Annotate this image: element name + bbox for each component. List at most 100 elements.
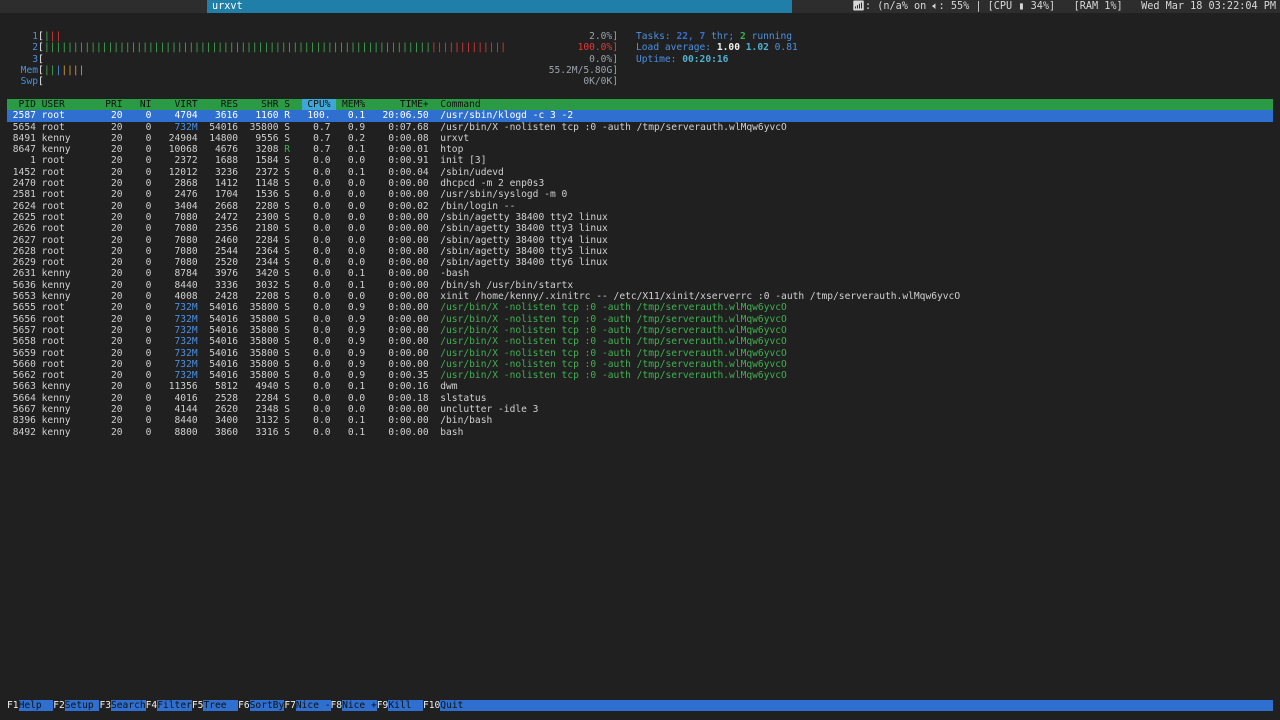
process-cell: 0.0	[301, 178, 337, 190]
process-row[interactable]: 8396 kenny 20 0 8440 3400 3132 S 0.0 0.1…	[7, 415, 1273, 426]
process-row[interactable]: 5658 root 20 0 732M 54016 35800 S 0.0 0.…	[7, 336, 1273, 347]
process-row[interactable]: 5636 kenny 20 0 8440 3336 3032 S 0.0 0.1…	[7, 280, 1273, 291]
process-cell: S	[284, 415, 302, 427]
fkey-label-f3[interactable]: Search	[111, 700, 146, 711]
fkey-label-f1[interactable]: Help	[19, 700, 54, 711]
process-cell: 20	[99, 426, 129, 438]
process-cell: 0	[128, 132, 158, 144]
process-row[interactable]: 2629 root 20 0 7080 2520 2344 S 0.0 0.0 …	[7, 257, 1273, 268]
meter-2: 2[||||||||||||||||||||||||||||||||||||||…	[18, 42, 618, 53]
process-row[interactable]: 5660 root 20 0 732M 54016 35800 S 0.0 0.…	[7, 359, 1273, 370]
fkey-label-f9[interactable]: Kill	[388, 700, 423, 711]
fkey-label-f4[interactable]: Filter	[157, 700, 192, 711]
column-header-res[interactable]: RES	[203, 99, 243, 110]
fkey-label-f8[interactable]: Nice +	[342, 700, 377, 711]
process-cell: 0:00.00	[370, 358, 435, 370]
column-header-s[interactable]: S	[284, 99, 301, 110]
process-cell: S	[284, 178, 302, 190]
process-cell: 2372	[157, 155, 204, 167]
column-header-mem-[interactable]: MEM%	[336, 99, 371, 110]
process-row[interactable]: 5654 root 20 0 732M 54016 35800 S 0.7 0.…	[7, 122, 1273, 133]
process-row[interactable]: 8647 kenny 20 0 10068 4676 3208 R 0.7 0.…	[7, 144, 1273, 155]
process-cell: 0.0	[336, 291, 371, 303]
process-cell: 0.9	[336, 324, 371, 336]
process-cell: 3316	[243, 426, 285, 438]
process-row[interactable]: 2631 kenny 20 0 8784 3976 3420 S 0.0 0.1…	[7, 268, 1273, 279]
process-cell: 0	[128, 178, 158, 190]
process-row[interactable]: 2627 root 20 0 7080 2460 2284 S 0.0 0.0 …	[7, 235, 1273, 246]
fkey-label-f10[interactable]: Quit	[440, 700, 475, 711]
process-row[interactable]: 2470 root 20 0 2868 1412 1148 S 0.0 0.0 …	[7, 178, 1273, 189]
process-row[interactable]: 5663 kenny 20 0 11356 5812 4940 S 0.0 0.…	[7, 381, 1273, 392]
process-cell: 0:00.00	[370, 223, 435, 235]
fkey-f5[interactable]: F5	[191, 700, 204, 711]
process-cell: 35800	[243, 358, 285, 370]
fkey-f9[interactable]: F9	[376, 700, 389, 711]
process-row[interactable]: 2626 root 20 0 7080 2356 2180 S 0.0 0.0 …	[7, 223, 1273, 234]
process-row[interactable]: 5656 root 20 0 732M 54016 35800 S 0.0 0.…	[7, 314, 1273, 325]
fkey-f2[interactable]: F2	[53, 700, 65, 711]
process-row[interactable]: 2625 root 20 0 7080 2472 2300 S 0.0 0.0 …	[7, 212, 1273, 223]
fkey-label-f2[interactable]: Setup	[65, 700, 100, 711]
process-list[interactable]: 2587 root 20 0 4704 3616 1160 R 100. 0.1…	[7, 110, 1273, 438]
column-header-virt[interactable]: VIRT	[157, 99, 203, 110]
process-row[interactable]: 5655 root 20 0 732M 54016 35800 S 0.0 0.…	[7, 302, 1273, 313]
column-header-cpu-[interactable]: CPU%	[301, 99, 337, 111]
process-row[interactable]: 2587 root 20 0 4704 3616 1160 R 100. 0.1…	[7, 110, 1273, 122]
process-row[interactable]: 2624 root 20 0 3404 2668 2280 S 0.0 0.0 …	[7, 201, 1273, 212]
process-cell: 0:00.00	[370, 415, 435, 427]
column-header-shr[interactable]: SHR	[244, 99, 284, 110]
fkey-f6[interactable]: F6	[238, 700, 250, 711]
fkey-f1[interactable]: F1	[7, 700, 19, 711]
process-cell: S	[284, 279, 302, 291]
process-cell: 0:00.00	[370, 234, 435, 246]
fkey-f7[interactable]: F7	[284, 700, 296, 711]
column-header-pid[interactable]: PID	[7, 99, 42, 110]
process-cell: 2631	[7, 268, 42, 280]
process-row[interactable]: 1 root 20 0 2372 1688 1584 S 0.0 0.0 0:0…	[7, 155, 1273, 166]
process-cell: 0.0	[301, 347, 337, 359]
process-row[interactable]: 5653 kenny 20 0 4008 2428 2208 S 0.0 0.0…	[7, 291, 1273, 302]
process-row[interactable]: 1452 root 20 0 12012 3236 2372 S 0.0 0.1…	[7, 167, 1273, 178]
fkey-label-f6[interactable]: SortBy	[250, 700, 285, 711]
load-label: Load average:	[636, 42, 712, 54]
process-cell: /usr/sbin/klogd -c 3 -2	[434, 110, 574, 122]
process-row[interactable]: 5664 kenny 20 0 4016 2528 2284 S 0.0 0.0…	[7, 393, 1273, 404]
process-cell: 1148	[243, 178, 285, 190]
process-cell: 1584	[243, 155, 285, 167]
process-row[interactable]: 5662 root 20 0 732M 54016 35800 S 0.0 0.…	[7, 370, 1273, 381]
column-header-time-[interactable]: TIME+	[371, 99, 435, 110]
process-cell: 0.0	[301, 291, 337, 303]
process-table-header[interactable]: PID USER PRI NI VIRT RES SHR S CPU% MEM%…	[7, 99, 1273, 111]
fkey-f4[interactable]: F4	[145, 700, 158, 711]
column-header-ni[interactable]: NI	[128, 99, 157, 110]
process-row[interactable]: 8492 kenny 20 0 8800 3860 3316 S 0.0 0.1…	[7, 427, 1273, 438]
fkey-f3[interactable]: F3	[99, 700, 111, 711]
process-row[interactable]: 2628 root 20 0 7080 2544 2364 S 0.0 0.0 …	[7, 246, 1273, 257]
process-cell: 3400	[203, 415, 244, 427]
process-cell: urxvt	[434, 132, 470, 144]
fkey-f10[interactable]: F10	[422, 700, 441, 711]
running-label: running	[751, 31, 792, 42]
process-cell: 0.1	[336, 110, 371, 122]
meter-3: 3[0.0%]	[18, 54, 618, 65]
process-row[interactable]: 8491 kenny 20 0 24904 14800 9556 S 0.7 0…	[7, 133, 1273, 144]
fkey-f8[interactable]: F8	[330, 700, 343, 711]
process-row[interactable]: 5667 kenny 20 0 4144 2620 2348 S 0.0 0.0…	[7, 404, 1273, 415]
process-cell: 35800	[243, 313, 285, 325]
process-row[interactable]: 2581 root 20 0 2476 1704 1536 S 0.0 0.0 …	[7, 189, 1273, 200]
cpu-percent: 34%]	[1030, 1, 1056, 12]
fkey-label-f5[interactable]: Tree	[203, 700, 238, 711]
column-header-command[interactable]: Command	[434, 99, 480, 110]
process-cell: root	[41, 324, 100, 336]
fkey-label-f7[interactable]: Nice -	[296, 700, 331, 711]
process-cell: S	[284, 426, 302, 438]
process-cell: 5659	[7, 347, 42, 359]
ram-label: [RAM	[1073, 1, 1099, 12]
process-row[interactable]: 5659 root 20 0 732M 54016 35800 S 0.0 0.…	[7, 348, 1273, 359]
uptime-value: 00:20:16	[682, 53, 729, 65]
column-header-user[interactable]: USER	[42, 99, 100, 110]
process-cell: /bin/bash	[434, 415, 493, 427]
column-header-pri[interactable]: PRI	[99, 99, 128, 110]
process-row[interactable]: 5657 root 20 0 732M 54016 35800 S 0.0 0.…	[7, 325, 1273, 336]
